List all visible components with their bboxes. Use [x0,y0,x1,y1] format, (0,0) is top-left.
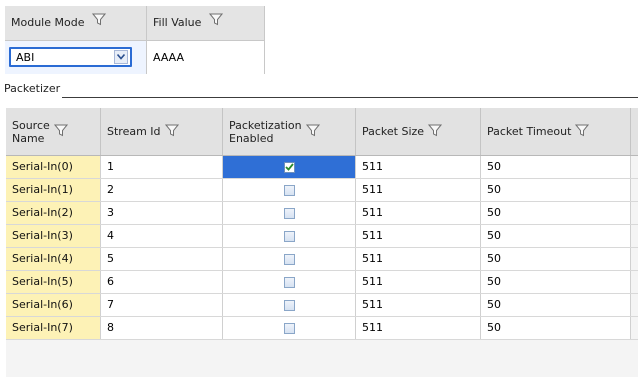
checkmark-icon [284,163,294,171]
stream-id-header-label: Stream Id [107,125,161,138]
filter-icon[interactable] [91,6,107,40]
packet-timeout-cell[interactable]: 50 [481,202,631,224]
table-row[interactable]: Serial-In(5) 6 511 50 [6,271,638,294]
packet-timeout-cell[interactable]: 50 [481,271,631,293]
table-row[interactable]: Serial-In(3) 4 511 50 [6,225,638,248]
packet-size-cell[interactable]: 511 [356,225,481,247]
packet-size-cell[interactable]: 511 [356,248,481,270]
packet-timeout-cell[interactable]: 50 [481,294,631,316]
stream-id-cell[interactable]: 1 [101,156,223,178]
stream-id-cell[interactable]: 5 [101,248,223,270]
table-row[interactable]: Serial-In(1) 2 511 50 [6,179,638,202]
filter-icon[interactable] [208,6,223,40]
packetization-enabled-header-label: Packetization Enabled [229,119,302,145]
section-divider [62,97,638,98]
source-name-cell[interactable]: Serial-In(3) [6,225,101,247]
module-mode-value: ABI [16,51,35,64]
source-name-cell[interactable]: Serial-In(1) [6,179,101,201]
column-header-packet-size[interactable]: Packet Size [356,108,481,155]
packet-size-cell[interactable]: 511 [356,294,481,316]
module-grid-header: Module Mode Fill Value [5,6,265,41]
section-title: Packetizer [4,82,61,95]
packetization-enabled-checkbox[interactable] [283,253,295,265]
packet-timeout-cell[interactable]: 50 [481,156,631,178]
packetizer-grid-header: Source Name Stream Id Packetization Enab… [6,108,638,156]
packetization-enabled-checkbox[interactable] [283,161,295,173]
packetization-enabled-cell[interactable] [223,317,356,339]
packetization-enabled-cell[interactable] [223,225,356,247]
packetization-enabled-checkbox[interactable] [283,184,295,196]
column-header-fill-value[interactable]: Fill Value [147,6,265,40]
packetization-enabled-cell[interactable] [223,294,356,316]
table-row[interactable]: Serial-In(6) 7 511 50 [6,294,638,317]
packetization-enabled-checkbox[interactable] [283,276,295,288]
stream-id-cell[interactable]: 3 [101,202,223,224]
column-header-packet-timeout[interactable]: Packet Timeout [481,108,631,155]
packet-timeout-cell[interactable]: 50 [481,248,631,270]
module-mode-select[interactable]: ABI [9,47,132,67]
packet-size-cell[interactable]: 511 [356,156,481,178]
filter-icon[interactable] [53,124,68,140]
filter-icon[interactable] [164,124,179,140]
packetization-enabled-header-line2: Enabled [229,131,274,145]
stream-id-cell[interactable]: 6 [101,271,223,293]
table-row[interactable]: Serial-In(2) 3 511 50 [6,202,638,225]
fill-value: AAAA [153,51,185,64]
packetization-enabled-cell[interactable] [223,271,356,293]
packetization-enabled-checkbox[interactable] [283,322,295,334]
filter-icon[interactable] [575,124,590,140]
module-grid-row: ABI AAAA [5,41,265,74]
source-name-cell[interactable]: Serial-In(4) [6,248,101,270]
fill-value-cell[interactable]: AAAA [147,41,265,74]
stream-id-cell[interactable]: 7 [101,294,223,316]
packetization-enabled-cell[interactable] [223,202,356,224]
source-name-header-line2: Name [12,131,45,145]
packet-timeout-cell[interactable]: 50 [481,225,631,247]
source-name-cell[interactable]: Serial-In(5) [6,271,101,293]
module-grid: Module Mode Fill Value ABI AAAA [5,6,265,74]
packetization-enabled-checkbox[interactable] [283,230,295,242]
chevron-down-icon[interactable] [114,50,128,64]
packetization-enabled-header-line1: Packetization [229,118,302,132]
packet-timeout-header-label: Packet Timeout [487,125,572,138]
source-name-header-line1: Source [12,118,50,132]
table-row[interactable]: Serial-In(4) 5 511 50 [6,248,638,271]
packetization-enabled-checkbox[interactable] [283,207,295,219]
source-name-cell[interactable]: Serial-In(6) [6,294,101,316]
stream-id-cell[interactable]: 8 [101,317,223,339]
packetizer-grid: Source Name Stream Id Packetization Enab… [6,108,638,377]
filter-icon[interactable] [305,124,320,140]
column-header-module-mode[interactable]: Module Mode [5,6,147,40]
packet-size-cell[interactable]: 511 [356,271,481,293]
table-row[interactable]: Serial-In(7) 8 511 50 [6,317,638,340]
packet-timeout-cell[interactable]: 50 [481,317,631,339]
packet-timeout-cell[interactable]: 50 [481,179,631,201]
packetization-enabled-cell[interactable] [223,179,356,201]
packet-size-cell[interactable]: 511 [356,317,481,339]
column-header-packetization-enabled[interactable]: Packetization Enabled [223,108,356,155]
packetization-enabled-cell[interactable] [223,248,356,270]
packet-size-cell[interactable]: 511 [356,202,481,224]
packetization-enabled-cell[interactable] [223,156,356,178]
source-name-cell[interactable]: Serial-In(7) [6,317,101,339]
filter-icon[interactable] [428,124,443,140]
column-header-stream-id[interactable]: Stream Id [101,108,223,155]
packet-size-header-label: Packet Size [362,125,425,138]
table-row[interactable]: Serial-In(0) 1 511 50 [6,156,638,179]
packet-size-cell[interactable]: 511 [356,179,481,201]
module-mode-cell[interactable]: ABI [5,41,147,74]
packetization-enabled-checkbox[interactable] [283,299,295,311]
source-name-cell[interactable]: Serial-In(0) [6,156,101,178]
source-name-header-label: Source Name [12,119,50,145]
source-name-cell[interactable]: Serial-In(2) [6,202,101,224]
module-mode-header-label: Module Mode [11,16,85,29]
fill-value-header-label: Fill Value [153,16,202,29]
stream-id-cell[interactable]: 2 [101,179,223,201]
column-header-source-name[interactable]: Source Name [6,108,101,155]
stream-id-cell[interactable]: 4 [101,225,223,247]
